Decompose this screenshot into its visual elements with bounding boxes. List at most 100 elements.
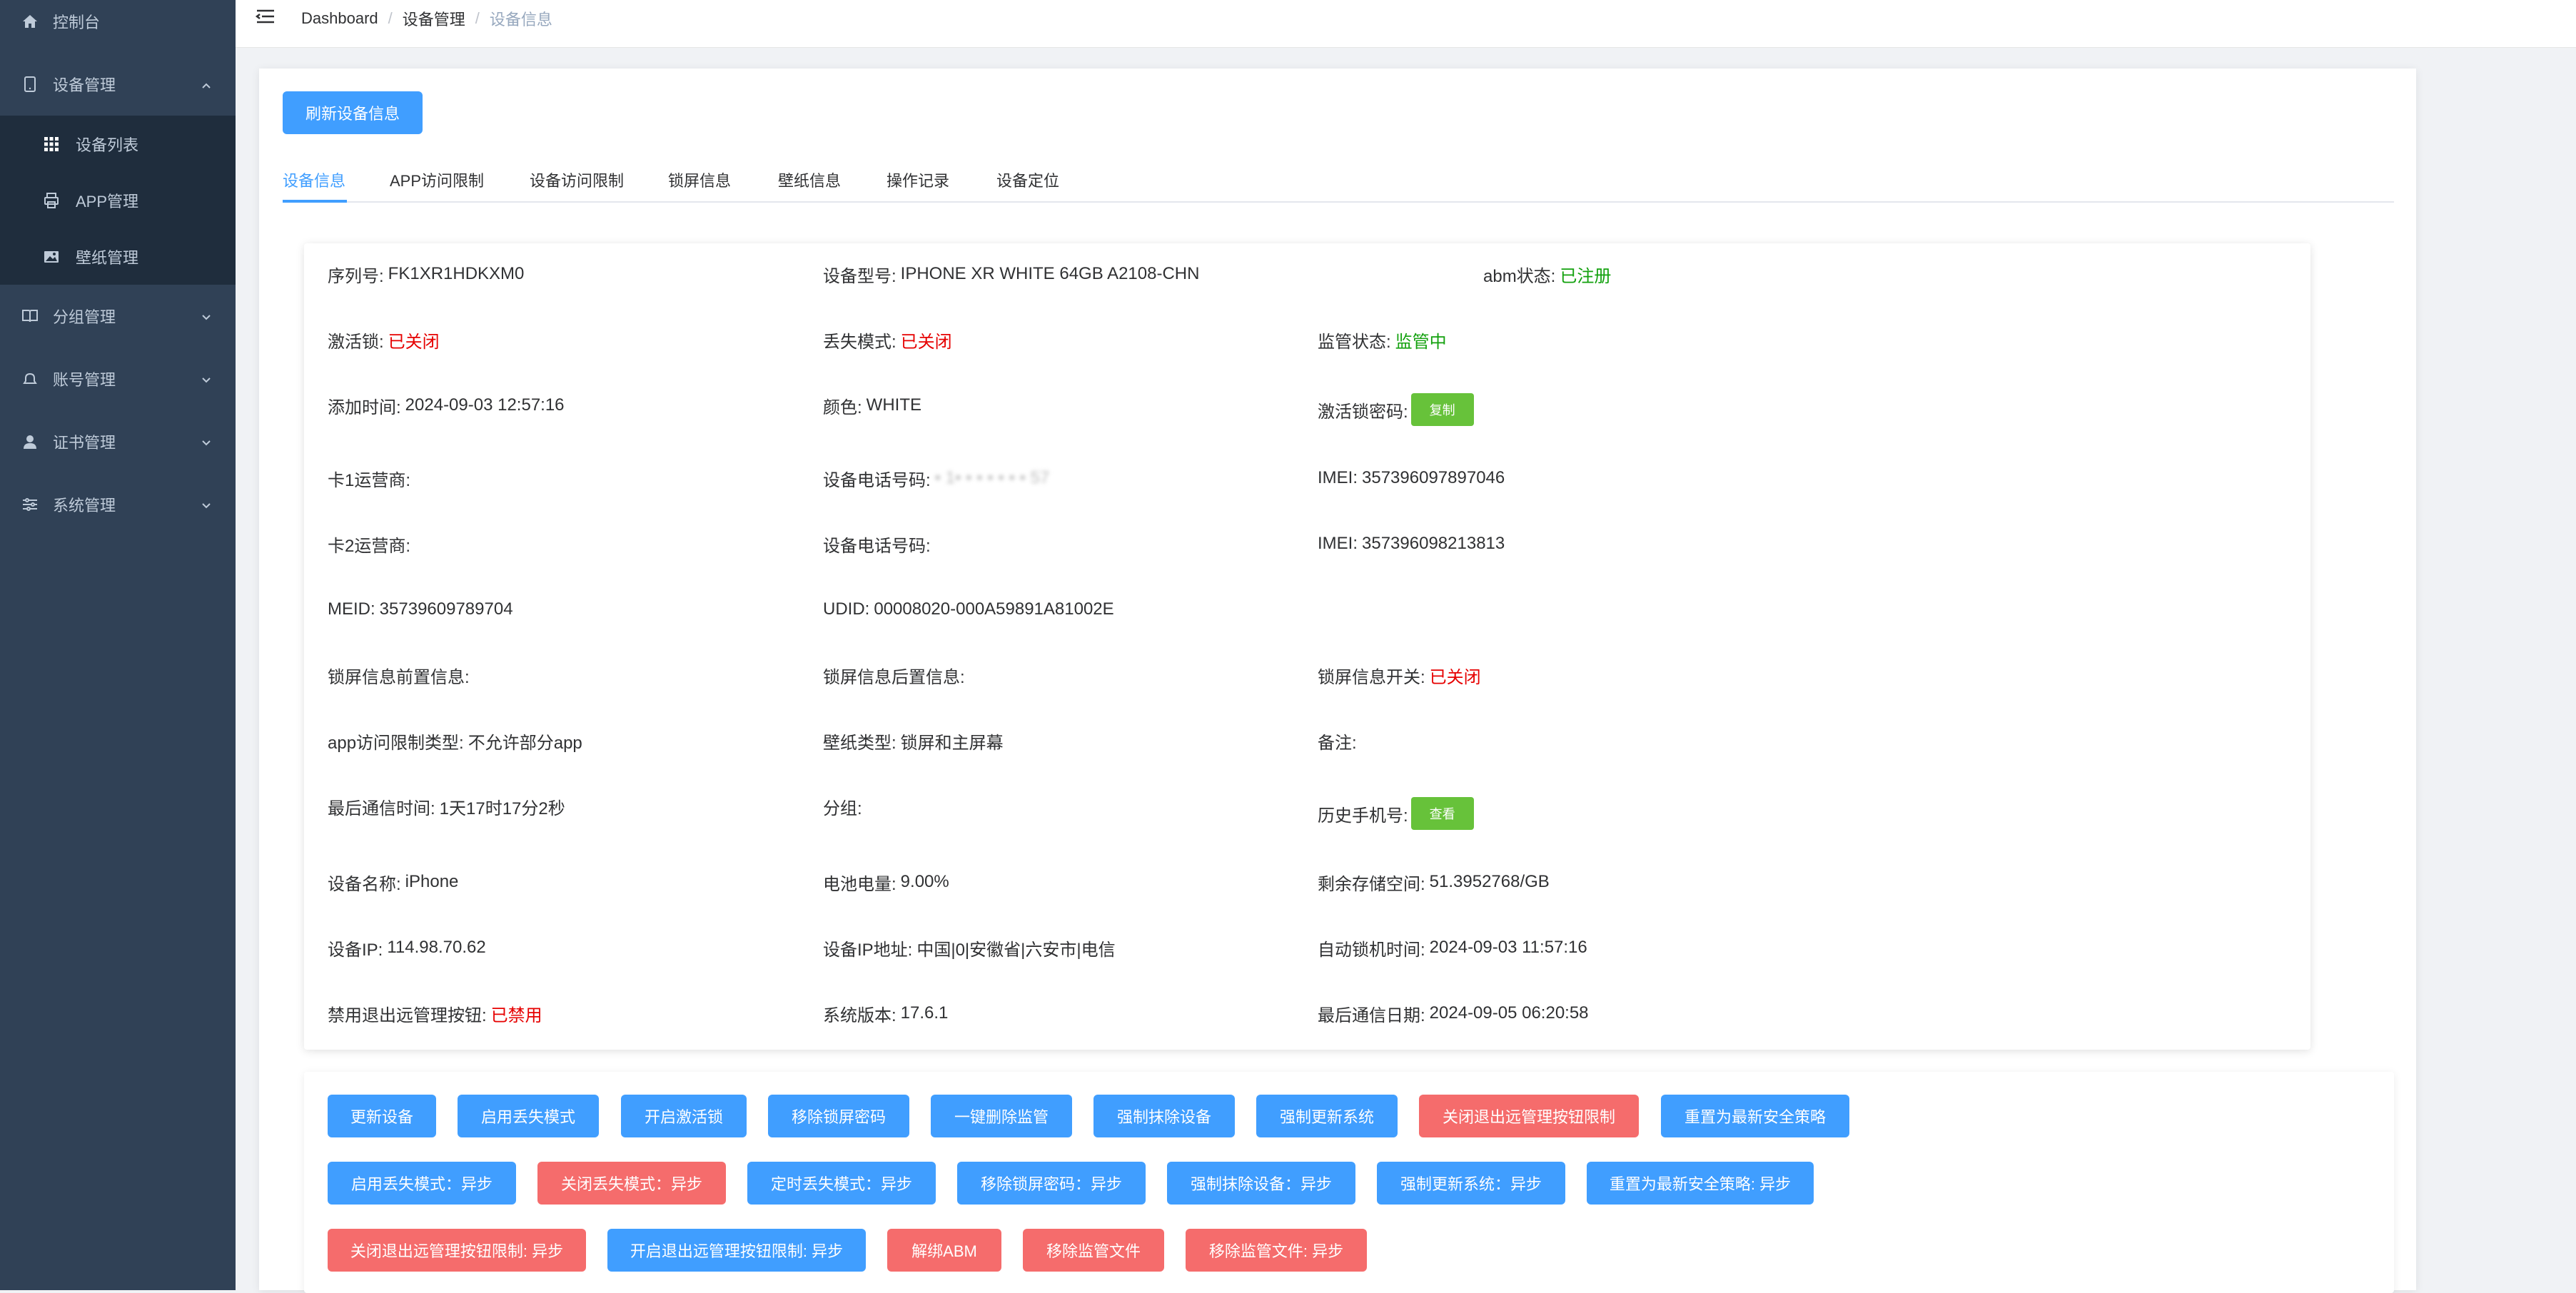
wallpaper-type-field: 壁纸类型: 锁屏和主屏幕: [823, 724, 1004, 757]
book-icon: [21, 308, 39, 325]
enable-lost-mode-async-button[interactable]: 启用丢失模式：异步: [328, 1162, 516, 1205]
enable-exit-limit-async-button[interactable]: 开启退出远管理按钮限制: 异步: [607, 1229, 866, 1272]
image-icon: [43, 248, 60, 265]
refresh-device-info-button[interactable]: 刷新设备信息: [283, 91, 423, 134]
scheduled-lost-mode-async-button[interactable]: 定时丢失模式：异步: [747, 1162, 936, 1205]
copy-button[interactable]: 复制: [1410, 393, 1474, 426]
chevron-down-icon: [200, 435, 213, 448]
sidebar-item-group-management[interactable]: 分组管理: [0, 285, 236, 348]
breadcrumb-dashboard[interactable]: Dashboard: [301, 9, 378, 28]
activation-lock-value: 已关闭: [388, 332, 440, 352]
chevron-down-icon: [200, 498, 213, 511]
enable-lost-mode-button[interactable]: 启用丢失模式: [458, 1095, 599, 1137]
sidebar-item-app-management[interactable]: APP管理: [0, 172, 236, 228]
phone1-field: 设备电话号码: • 1• • • • • • • 57: [823, 462, 1049, 495]
field-label: 设备IP地址:: [823, 940, 913, 960]
disable-exit-limit-async-button[interactable]: 关闭退出远管理按钮限制: 异步: [328, 1229, 586, 1272]
field-label: 历史手机号:: [1318, 806, 1408, 826]
field-label: 壁纸类型:: [823, 733, 896, 753]
model-value: IPHONE XR WHITE 64GB A2108-CHN: [900, 264, 1200, 283]
color-value: WHITE: [866, 395, 921, 415]
force-update-os-async-button[interactable]: 强制更新系统：异步: [1377, 1162, 1565, 1205]
remove-lock-password-async-button[interactable]: 移除锁屏密码：异步: [957, 1162, 1146, 1205]
tab-wallpaper-info[interactable]: 壁纸信息: [778, 168, 841, 201]
sidebar-item-wallpaper-management[interactable]: 壁纸管理: [0, 228, 236, 285]
app-limit-field: app访问限制类型: 不允许部分app: [328, 724, 582, 757]
update-device-button[interactable]: 更新设备: [328, 1095, 436, 1137]
added-time-field: 添加时间: 2024-09-03 12:57:16: [328, 389, 565, 422]
breadcrumb-device-management[interactable]: 设备管理: [403, 7, 465, 30]
sidebar-item-system-management[interactable]: 系统管理: [0, 473, 236, 536]
device-name-value: iPhone: [405, 872, 459, 891]
sidebar-item-device-list[interactable]: 设备列表: [0, 116, 236, 172]
field-label: 系统版本:: [823, 1005, 896, 1025]
tablet-icon: [21, 76, 39, 93]
sidebar-item-dashboard[interactable]: 控制台: [0, 0, 236, 43]
reset-security-policy-async-button[interactable]: 重置为最新安全策略: 异步: [1587, 1162, 1814, 1205]
model-field: 设备型号: IPHONE XR WHITE 64GB A2108-CHN: [823, 258, 1199, 290]
lost-mode-field: 丢失模式: 已关闭: [823, 323, 952, 356]
imei2-value: 357396098213813: [1362, 534, 1505, 553]
wallpaper-type-value: 锁屏和主屏幕: [900, 733, 1004, 753]
field-label: 设备名称:: [328, 874, 401, 894]
serial-field: 序列号: FK1XR1HDKXM0: [328, 258, 524, 290]
lock-pre-info-field: 锁屏信息前置信息:: [328, 659, 470, 691]
udid-value: 00008020-000A59891A81002E: [874, 599, 1114, 619]
field-label: abm状态:: [1483, 266, 1556, 286]
history-phone-field: 历史手机号: 查看: [1318, 793, 1474, 834]
field-label: 设备电话号码:: [823, 470, 931, 490]
tab-device-access-limit[interactable]: 设备访问限制: [530, 168, 624, 201]
grid-icon: [43, 136, 60, 153]
field-label: 卡2运营商:: [328, 536, 411, 556]
tab-lock-screen-info[interactable]: 锁屏信息: [668, 168, 731, 201]
abm-status-value: 已注册: [1560, 266, 1612, 286]
disable-lost-mode-async-button[interactable]: 关闭丢失模式：异步: [537, 1162, 726, 1205]
added-time-value: 2024-09-03 12:57:16: [405, 395, 565, 415]
bell-icon: [21, 370, 39, 387]
force-update-os-button[interactable]: 强制更新系统: [1256, 1095, 1398, 1137]
imei1-field: IMEI: 357396097897046: [1318, 462, 1505, 495]
field-label: 锁屏信息开关:: [1318, 667, 1425, 687]
os-version-field: 系统版本: 17.6.1: [823, 997, 948, 1030]
phone1-value: • 1• • • • • • • 57: [934, 468, 1050, 487]
tab-operation-log[interactable]: 操作记录: [887, 168, 949, 201]
battery-value: 9.00%: [900, 872, 949, 891]
sidebar-item-certificate-management[interactable]: 证书管理: [0, 410, 236, 473]
autolock-value: 2024-09-03 11:57:16: [1429, 938, 1587, 957]
field-label: 设备型号:: [823, 266, 896, 286]
color-field: 颜色: WHITE: [823, 389, 921, 422]
unbind-abm-button[interactable]: 解绑ABM: [887, 1229, 1001, 1272]
enable-activation-lock-button[interactable]: 开启激活锁: [621, 1095, 747, 1137]
storage-value: 51.3952768/GB: [1429, 872, 1550, 891]
field-label: 激活锁:: [328, 332, 384, 352]
sidebar-item-label: 设备管理: [53, 76, 116, 94]
storage-field: 剩余存储空间: 51.3952768/GB: [1318, 866, 1550, 898]
lock-post-info-field: 锁屏信息后置信息:: [823, 659, 965, 691]
disable-exit-limit-button[interactable]: 关闭退出远管理按钮限制: [1419, 1095, 1639, 1137]
sidebar-item-label: 设备列表: [76, 136, 139, 154]
force-erase-button[interactable]: 强制抹除设备: [1093, 1095, 1235, 1137]
remove-supervision-file-button[interactable]: 移除监管文件: [1023, 1229, 1164, 1272]
view-history-button[interactable]: 查看: [1410, 797, 1474, 830]
tab-device-info[interactable]: 设备信息: [283, 168, 345, 201]
field-label: 最后通信时间:: [328, 798, 435, 818]
remove-supervision-button[interactable]: 一键删除监管: [931, 1095, 1072, 1137]
menu-toggle-icon[interactable]: [255, 6, 276, 27]
sidebar-item-device-management[interactable]: 设备管理: [0, 53, 236, 116]
app-limit-value: 不允许部分app: [468, 733, 582, 753]
field-label: IMEI:: [1318, 468, 1358, 487]
udid-field: UDID: 00008020-000A59891A81002E: [823, 593, 1114, 626]
sidebar-item-account-management[interactable]: 账号管理: [0, 348, 236, 410]
reset-security-policy-button[interactable]: 重置为最新安全策略: [1661, 1095, 1849, 1137]
breadcrumb-current: 设备信息: [489, 11, 552, 29]
actions-card: 更新设备 启用丢失模式 开启激活锁 移除锁屏密码 一键删除监管 强制抹除设备 强…: [304, 1072, 2394, 1293]
remove-lock-password-button[interactable]: 移除锁屏密码: [768, 1095, 909, 1137]
field-label: 锁屏信息前置信息:: [328, 667, 470, 687]
activation-lock-password-field: 激活锁密码: 复制: [1318, 389, 1474, 430]
tab-app-access-limit[interactable]: APP访问限制: [390, 168, 484, 201]
force-erase-async-button[interactable]: 强制抹除设备：异步: [1167, 1162, 1355, 1205]
home-icon: [21, 13, 39, 30]
remove-supervision-file-async-button[interactable]: 移除监管文件: 异步: [1186, 1229, 1367, 1272]
field-label: 剩余存储空间:: [1318, 874, 1425, 894]
tab-device-location[interactable]: 设备定位: [996, 168, 1059, 201]
